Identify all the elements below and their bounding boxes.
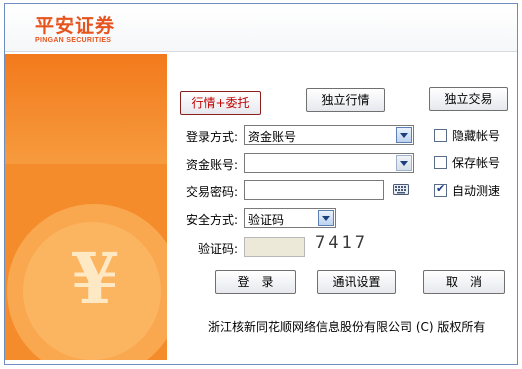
save-account-checkbox[interactable] xyxy=(434,156,447,169)
comm-settings-button[interactable]: 通讯设置 xyxy=(317,270,396,294)
login-method-label: 登录方式: xyxy=(185,130,238,144)
captcha-image[interactable]: 7417 xyxy=(315,233,383,253)
login-form: 行情+委托 独立行情 独立交易 登录方式: 资金账号 资金账号: 交易密码: 安… xyxy=(168,54,517,360)
save-account-label: 保存帐号 xyxy=(452,156,501,170)
brand-header: 平安证券 PINGAN SECURITIES xyxy=(5,4,517,52)
captcha-label: 验证码: xyxy=(197,242,238,256)
hide-account-checkbox[interactable] xyxy=(434,129,447,142)
window-frame: 平安证券 PINGAN SECURITIES ¥ 行情+委托 独立行情 独立交易… xyxy=(4,3,518,365)
quote-only-mode-button[interactable]: 独立行情 xyxy=(306,88,385,112)
keyboard-icon[interactable] xyxy=(393,184,409,195)
banner-gradient xyxy=(5,54,167,164)
hide-account-label: 隐藏帐号 xyxy=(452,129,501,143)
password-field[interactable] xyxy=(244,180,384,200)
chevron-down-icon[interactable] xyxy=(318,210,334,226)
copyright-text: 浙江核新同花顺网络信息股份有限公司 (C) 版权所有 xyxy=(208,320,486,334)
chevron-down-icon[interactable] xyxy=(396,127,412,143)
cancel-button[interactable]: 取 消 xyxy=(423,270,505,294)
brand-logo: 平安证券 xyxy=(35,15,116,37)
decorative-banner: ¥ xyxy=(5,54,167,360)
chevron-down-icon[interactable] xyxy=(396,155,412,171)
trade-only-mode-button[interactable]: 独立交易 xyxy=(429,87,508,111)
login-method-value: 资金账号 xyxy=(248,130,297,144)
account-label: 资金账号: xyxy=(185,158,238,172)
quote-trade-mode-button[interactable]: 行情+委托 xyxy=(180,91,261,115)
auto-speed-test-checkbox[interactable] xyxy=(434,182,447,197)
auto-speed-test-label: 自动测速 xyxy=(452,184,501,198)
security-method-label: 安全方式: xyxy=(185,213,238,227)
brand-logo-subtitle: PINGAN SECURITIES xyxy=(35,37,112,44)
security-method-select[interactable]: 验证码 xyxy=(244,208,336,228)
password-label: 交易密码: xyxy=(185,185,238,199)
login-window: 平安证券 PINGAN SECURITIES ¥ 行情+委托 独立行情 独立交易… xyxy=(0,0,522,369)
yen-icon: ¥ xyxy=(70,237,120,320)
security-method-value: 验证码 xyxy=(248,213,285,227)
captcha-input[interactable] xyxy=(244,237,305,257)
account-select[interactable] xyxy=(244,153,414,173)
login-button[interactable]: 登 录 xyxy=(215,270,296,294)
login-method-select[interactable]: 资金账号 xyxy=(244,125,414,145)
